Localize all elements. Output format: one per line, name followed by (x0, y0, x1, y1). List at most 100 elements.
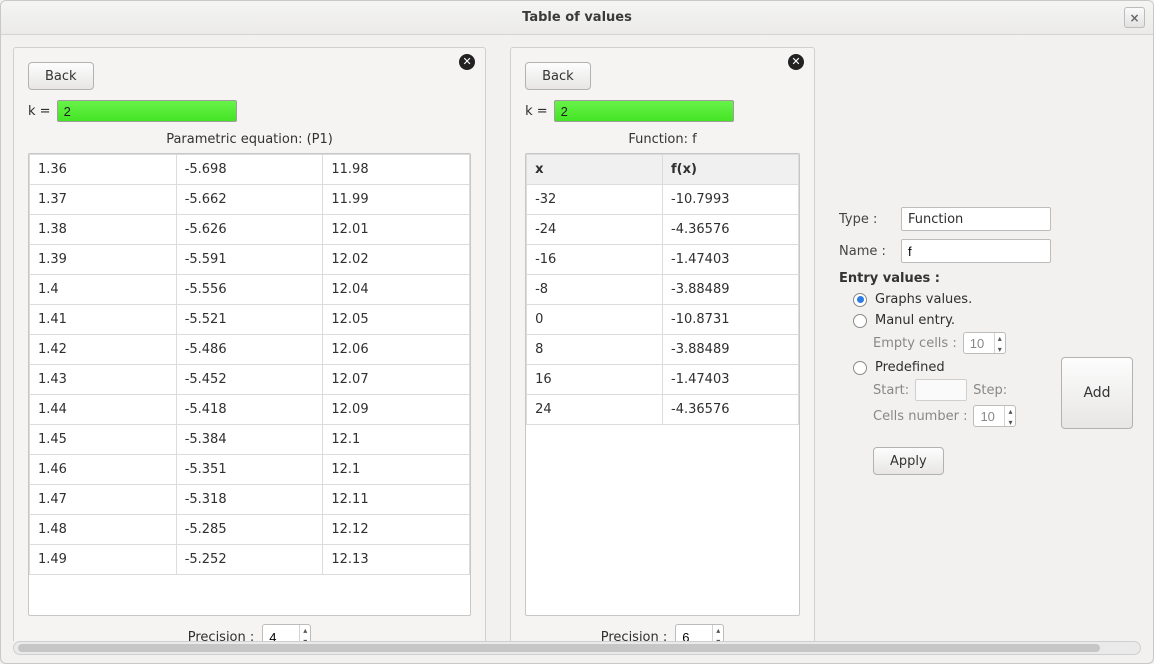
precision-spinner[interactable]: ▴▾ (675, 624, 724, 641)
table-cell[interactable]: 1.44 (30, 395, 177, 425)
table-cell[interactable]: 12.04 (323, 275, 470, 305)
table-cell[interactable]: 1.46 (30, 455, 177, 485)
table-row[interactable]: 1.39-5.59112.02 (30, 245, 470, 275)
table-cell[interactable]: 1.45 (30, 425, 177, 455)
apply-button[interactable]: Apply (873, 447, 944, 475)
radio-predefined[interactable]: Predefined (853, 360, 1051, 375)
table-row[interactable]: 1.42-5.48612.06 (30, 335, 470, 365)
chevron-up-icon[interactable]: ▴ (713, 625, 723, 636)
spinner-arrows[interactable]: ▴▾ (299, 625, 310, 641)
table-row[interactable]: 16-1.47403 (527, 365, 799, 395)
table-row[interactable]: -16-1.47403 (527, 245, 799, 275)
table-row[interactable]: 8-3.88489 (527, 335, 799, 365)
table-cell[interactable]: -5.384 (176, 425, 323, 455)
table-cell[interactable]: -5.521 (176, 305, 323, 335)
chevron-down-icon[interactable]: ▾ (1005, 417, 1015, 428)
chevron-up-icon[interactable]: ▴ (1005, 406, 1015, 417)
table-cell[interactable]: 1.42 (30, 335, 177, 365)
table-cell[interactable]: 12.1 (323, 425, 470, 455)
table-cell[interactable]: -3.88489 (663, 335, 799, 365)
table-cell[interactable]: 1.36 (30, 155, 177, 185)
precision-input[interactable] (676, 625, 712, 641)
table-row[interactable]: 1.37-5.66211.99 (30, 185, 470, 215)
table-cell[interactable]: -5.591 (176, 245, 323, 275)
table-cell[interactable]: -4.36576 (663, 395, 799, 425)
function-table-scroll[interactable]: xf(x) -32-10.7993-24-4.36576-16-1.47403-… (525, 153, 800, 616)
k-input[interactable] (554, 100, 734, 122)
table-cell[interactable]: 1.49 (30, 545, 177, 575)
add-button[interactable]: Add (1061, 357, 1133, 429)
table-cell[interactable]: 1.39 (30, 245, 177, 275)
table-row[interactable]: -24-4.36576 (527, 215, 799, 245)
table-cell[interactable]: 1.4 (30, 275, 177, 305)
table-cell[interactable]: 12.13 (323, 545, 470, 575)
empty-cells-input[interactable] (964, 333, 994, 353)
table-cell[interactable]: -4.36576 (663, 215, 799, 245)
table-cell[interactable]: -5.452 (176, 365, 323, 395)
table-cell[interactable]: 1.41 (30, 305, 177, 335)
table-cell[interactable]: 24 (527, 395, 663, 425)
cells-number-input[interactable] (974, 406, 1004, 426)
k-input[interactable] (57, 100, 237, 122)
table-cell[interactable]: -32 (527, 185, 663, 215)
panel-close-button[interactable]: ✕ (788, 54, 804, 70)
table-row[interactable]: 1.41-5.52112.05 (30, 305, 470, 335)
table-row[interactable]: 1.38-5.62612.01 (30, 215, 470, 245)
table-cell[interactable]: 1.47 (30, 485, 177, 515)
table-cell[interactable]: 12.06 (323, 335, 470, 365)
table-row[interactable]: 1.46-5.35112.1 (30, 455, 470, 485)
table-cell[interactable]: 1.37 (30, 185, 177, 215)
table-cell[interactable]: 12.12 (323, 515, 470, 545)
table-cell[interactable]: 12.11 (323, 485, 470, 515)
table-cell[interactable]: 11.98 (323, 155, 470, 185)
back-button[interactable]: Back (28, 62, 94, 90)
radio-manual-entry[interactable]: Manul entry. (853, 313, 1051, 328)
table-cell[interactable]: 12.09 (323, 395, 470, 425)
spinner-arrows[interactable]: ▴▾ (712, 625, 723, 641)
table-cell[interactable]: -10.8731 (663, 305, 799, 335)
table-row[interactable]: 1.36-5.69811.98 (30, 155, 470, 185)
spinner-arrows[interactable]: ▴▾ (994, 333, 1005, 353)
scrollbar-thumb[interactable] (18, 644, 1100, 652)
table-cell[interactable]: 16 (527, 365, 663, 395)
parametric-table-scroll[interactable]: 1.36-5.69811.981.37-5.66211.991.38-5.626… (28, 153, 471, 616)
table-row[interactable]: 1.43-5.45212.07 (30, 365, 470, 395)
spinner-arrows[interactable]: ▴▾ (1004, 406, 1015, 426)
name-input[interactable] (901, 239, 1051, 263)
table-cell[interactable]: -3.88489 (663, 275, 799, 305)
table-cell[interactable]: -5.351 (176, 455, 323, 485)
table-cell[interactable]: -5.626 (176, 215, 323, 245)
chevron-up-icon[interactable]: ▴ (995, 333, 1005, 344)
table-row[interactable]: 1.48-5.28512.12 (30, 515, 470, 545)
table-cell[interactable]: -5.698 (176, 155, 323, 185)
table-cell[interactable]: 8 (527, 335, 663, 365)
table-cell[interactable]: -8 (527, 275, 663, 305)
table-cell[interactable]: 12.07 (323, 365, 470, 395)
table-cell[interactable]: 0 (527, 305, 663, 335)
table-cell[interactable]: -5.556 (176, 275, 323, 305)
type-select[interactable]: Function (901, 207, 1051, 231)
table-cell[interactable]: 12.05 (323, 305, 470, 335)
table-cell[interactable]: 1.48 (30, 515, 177, 545)
table-cell[interactable]: -24 (527, 215, 663, 245)
table-cell[interactable]: -5.285 (176, 515, 323, 545)
back-button[interactable]: Back (525, 62, 591, 90)
table-cell[interactable]: 1.43 (30, 365, 177, 395)
table-cell[interactable]: -16 (527, 245, 663, 275)
table-cell[interactable]: -10.7993 (663, 185, 799, 215)
table-cell[interactable]: -5.418 (176, 395, 323, 425)
table-cell[interactable]: -5.252 (176, 545, 323, 575)
table-row[interactable]: 1.45-5.38412.1 (30, 425, 470, 455)
table-cell[interactable]: 11.99 (323, 185, 470, 215)
chevron-up-icon[interactable]: ▴ (300, 625, 310, 636)
table-cell[interactable]: -5.318 (176, 485, 323, 515)
table-cell[interactable]: -1.47403 (663, 365, 799, 395)
window-close-button[interactable]: × (1124, 7, 1145, 28)
horizontal-scrollbar[interactable] (13, 641, 1141, 655)
table-cell[interactable]: -5.662 (176, 185, 323, 215)
table-cell[interactable]: 1.38 (30, 215, 177, 245)
table-cell[interactable]: 12.1 (323, 455, 470, 485)
table-cell[interactable]: 12.02 (323, 245, 470, 275)
table-row[interactable]: -32-10.7993 (527, 185, 799, 215)
empty-cells-spinner[interactable]: ▴▾ (963, 332, 1006, 354)
